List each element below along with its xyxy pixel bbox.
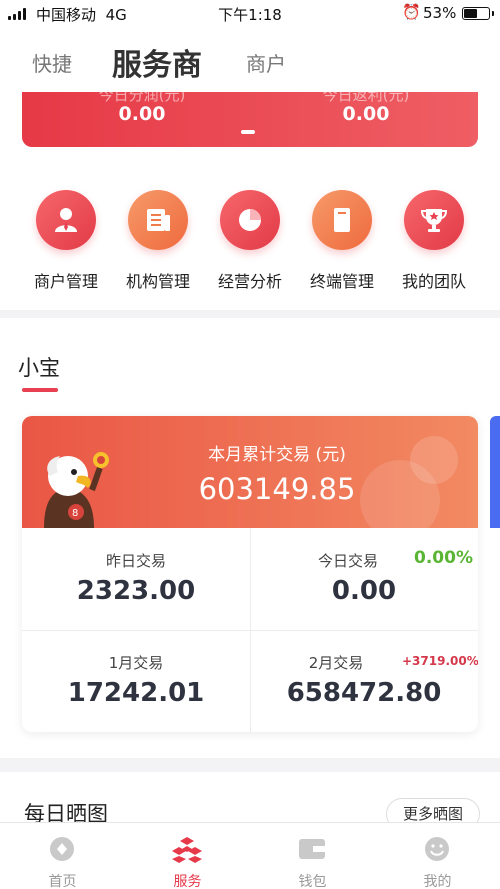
menu-label: 经营分析 [217,272,282,291]
summary-wrapper: 今日分润(元) 0.00 今日返利(元) 0.00 [0,92,500,160]
top-tab-bar: 快捷 服务商 商户 [0,28,500,92]
alarm-icon: ⏰ [402,3,421,21]
menu-agency-management[interactable]: 机构管理 [112,190,204,292]
earnings-summary-card: 今日分润(元) 0.00 今日返利(元) 0.00 [22,92,478,147]
today-cell: 今日交易 0.00% 0.00 [250,528,478,630]
jan-cell: 1月交易 17242.01 [22,630,250,732]
nav-service[interactable]: 服务 [125,823,250,889]
feb-percent: +3719.00% [402,654,478,668]
jan-label: 1月交易 [108,654,164,672]
nav-label: 服务 [173,874,202,889]
status-bar: 中国移动 4G 下午1:18 ⏰ 53% [0,0,500,28]
yesterday-value: 2323.00 [76,576,196,606]
today-rebate-value: 0.00 [342,103,390,125]
wallet-icon [299,839,325,859]
menu-merchant-management[interactable]: 商户管理 [20,190,112,292]
menu-terminal-management[interactable]: 终端管理 [296,190,388,292]
today-profit-value: 0.00 [118,103,166,125]
terminal-icon [312,190,372,250]
tab-shanghu[interactable]: 商户 [246,48,286,77]
tab-fuwushang[interactable]: 服务商 [112,40,202,84]
menu-label: 终端管理 [309,272,374,291]
tab-kuaijie[interactable]: 快捷 [32,48,72,77]
yesterday-label: 昨日交易 [105,552,166,570]
xiaobao-section: 小宝 8 本月累计交易 (元) 603149.85 昨日交易 2323.00 今… [0,318,500,758]
battery-percent: 53% [423,4,457,22]
stats-grid: 昨日交易 2323.00 今日交易 0.00% 0.00 1月交易 17242.… [22,528,478,732]
nav-wallet[interactable]: 钱包 [250,823,375,889]
nav-profile[interactable]: 我的 [375,823,500,889]
document-icon [128,190,188,250]
monthly-total-value: 603149.85 [198,472,356,506]
svg-text:8: 8 [72,508,78,519]
trophy-icon [404,190,464,250]
pie-chart-icon [220,190,280,250]
jan-value: 17242.01 [67,678,205,708]
next-card-peek[interactable] [490,416,500,528]
menu-label: 机构管理 [125,272,190,291]
quick-menu: 商户管理 机构管理 经营分析 终端管理 我的团队 [0,160,500,310]
nav-label: 首页 [48,874,77,889]
profile-icon [425,837,449,861]
eagle-mascot-icon: 8 [44,452,109,528]
menu-my-team[interactable]: 我的团队 [388,190,480,292]
yesterday-cell: 昨日交易 2323.00 [22,528,250,630]
transaction-card[interactable]: 8 本月累计交易 (元) 603149.85 昨日交易 2323.00 今日交易… [22,416,478,732]
service-icon [172,837,202,863]
person-icon [36,190,96,250]
section-title: 小宝 [18,356,60,380]
today-value: 0.00 [331,576,397,606]
nav-label: 钱包 [298,874,327,889]
nav-label: 我的 [423,874,452,889]
nav-home[interactable]: 首页 [0,823,125,889]
monthly-header: 8 本月累计交易 (元) 603149.85 [22,416,478,540]
monthly-total-label: 本月累计交易 (元) [208,445,346,465]
decor-bubble [410,436,458,484]
menu-business-analysis[interactable]: 经营分析 [204,190,296,292]
battery-icon [462,7,494,20]
bottom-nav: 首页 服务 钱包 我的 [0,822,500,889]
menu-label: 我的团队 [401,272,466,291]
carousel-indicator [241,130,255,134]
feb-value: 658472.80 [286,678,442,708]
menu-label: 商户管理 [33,272,98,291]
feb-cell: 2月交易 +3719.00% 658472.80 [250,630,478,732]
today-percent: 0.00% [414,548,473,568]
home-icon [50,837,74,861]
section-underline [22,388,58,392]
